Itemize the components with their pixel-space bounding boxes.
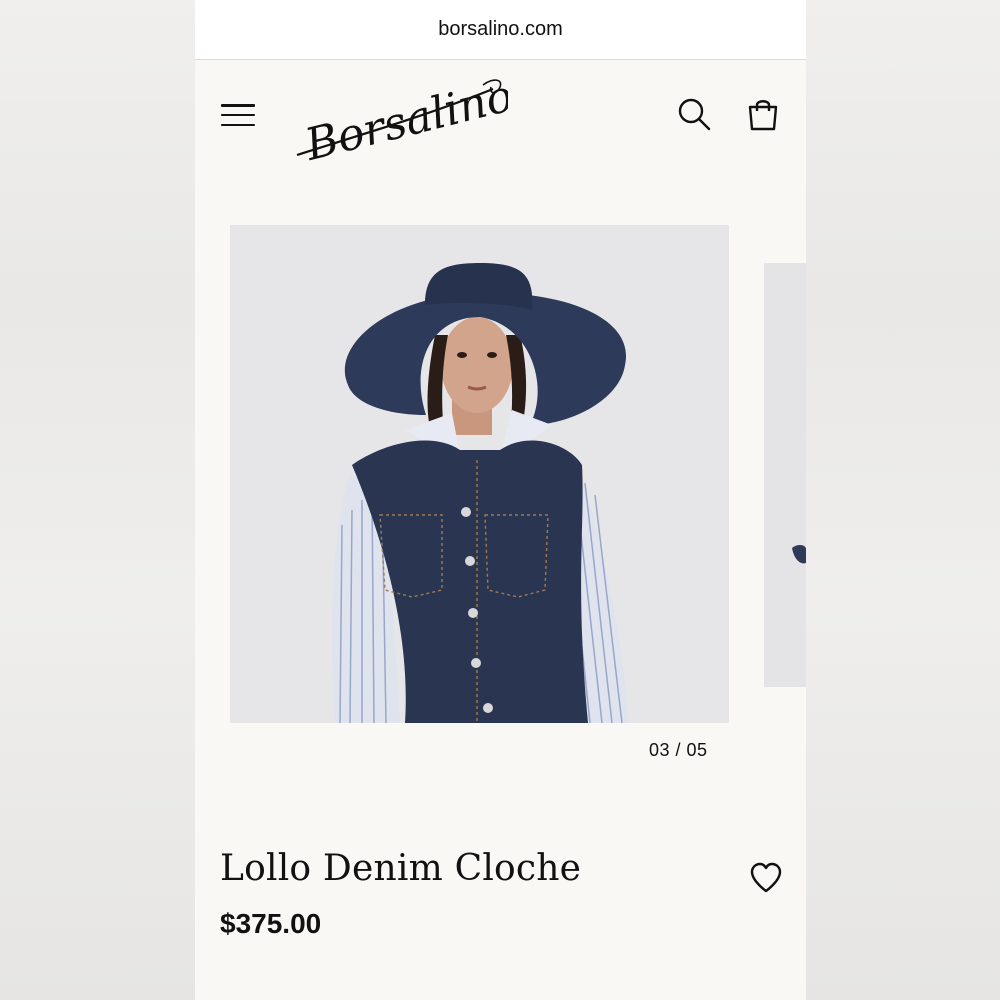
shopping-bag-icon[interactable] <box>747 97 779 131</box>
backdrop-left <box>0 0 195 1000</box>
image-counter: 03 / 05 <box>649 740 708 760</box>
heart-icon[interactable] <box>749 862 783 894</box>
product-title: Lollo Denim Cloche <box>220 848 582 889</box>
search-icon[interactable] <box>677 97 711 131</box>
backdrop-right <box>805 0 1000 1000</box>
brand-logo[interactable]: Borsalino <box>293 71 508 161</box>
mobile-viewport: borsalino.com Borsalino 03 / 05 Lollo De… <box>195 0 806 1000</box>
product-price: $375.00 <box>220 908 322 939</box>
next-photo <box>764 263 806 687</box>
next-product-image-preview[interactable] <box>764 263 806 687</box>
site-header: Borsalino <box>195 61 806 181</box>
product-image[interactable] <box>230 225 729 723</box>
url-text: borsalino.com <box>438 18 563 40</box>
model-photo <box>230 225 729 723</box>
brand-wordmark: Borsalino <box>299 71 508 161</box>
hamburger-menu-icon[interactable] <box>220 101 256 129</box>
product-image-carousel[interactable] <box>230 225 806 725</box>
address-bar[interactable]: borsalino.com <box>195 0 806 60</box>
